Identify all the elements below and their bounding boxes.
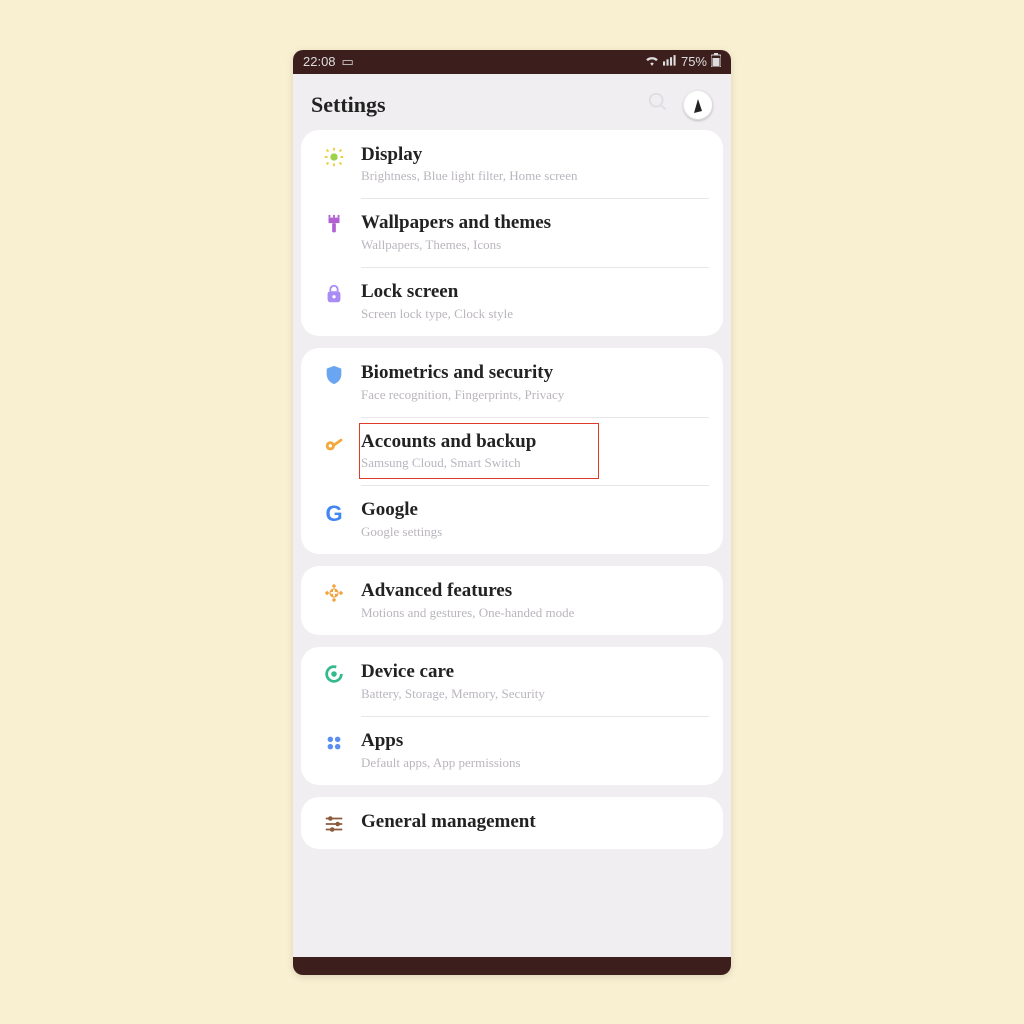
brush-icon: [307, 212, 361, 236]
settings-row[interactable]: Lock screen Screen lock type, Clock style: [301, 267, 723, 336]
circle-icon: [307, 661, 361, 685]
row-subtitle: Wallpapers, Themes, Icons: [361, 237, 701, 253]
row-title: Biometrics and security: [361, 362, 701, 385]
navigation-bar: [293, 957, 731, 975]
status-bar: 22:08 ▭ 75%: [293, 50, 731, 74]
row-title: Google: [361, 499, 701, 522]
row-title: Device care: [361, 661, 701, 684]
settings-row[interactable]: Apps Default apps, App permissions: [301, 716, 723, 785]
wifi-icon: [645, 54, 659, 69]
settings-group: DisplayBrightness, Blue light filter, Ho…: [301, 130, 723, 336]
settings-group: General management: [301, 797, 723, 849]
settings-row[interactable]: General management: [301, 797, 723, 849]
settings-row[interactable]: Accounts and backupSamsung Cloud, Smart …: [301, 417, 723, 486]
settings-header: Settings: [293, 74, 731, 130]
settings-row[interactable]: DisplayBrightness, Blue light filter, Ho…: [301, 130, 723, 199]
row-subtitle: Default apps, App permissions: [361, 755, 701, 771]
settings-row[interactable]: Advanced features Motions and gestures, O…: [301, 566, 723, 635]
status-time: 22:08: [303, 54, 336, 69]
row-title: Accounts and backup: [361, 431, 701, 454]
settings-row[interactable]: Wallpapers and themes Wallpapers, Themes,…: [301, 198, 723, 267]
battery-text: 75%: [681, 54, 707, 69]
settings-row[interactable]: Biometrics and security Face recognition,…: [301, 348, 723, 417]
settings-row[interactable]: Device care Battery, Storage, Memory, Sec…: [301, 647, 723, 716]
sliders-icon: [307, 811, 361, 835]
settings-list[interactable]: DisplayBrightness, Blue light filter, Ho…: [293, 130, 731, 957]
row-title: Wallpapers and themes: [361, 212, 701, 235]
settings-group: Advanced features Motions and gestures, O…: [301, 566, 723, 635]
row-title: Lock screen: [361, 281, 701, 304]
google-icon: G: [307, 499, 361, 527]
row-subtitle: Google settings: [361, 524, 701, 540]
row-subtitle: Battery, Storage, Memory, Security: [361, 686, 701, 702]
profile-avatar[interactable]: [683, 90, 713, 120]
row-subtitle: Face recognition, Fingerprints, Privacy: [361, 387, 701, 403]
screenshot-icon: ▭: [342, 54, 354, 70]
battery-icon: [711, 53, 721, 70]
row-subtitle: Screen lock type, Clock style: [361, 306, 701, 322]
row-title: Apps: [361, 730, 701, 753]
dots-icon: [307, 730, 361, 754]
shield-icon: [307, 362, 361, 386]
row-subtitle: Samsung Cloud, Smart Switch: [361, 455, 701, 471]
row-subtitle: Brightness, Blue light filter, Home scre…: [361, 168, 701, 184]
settings-group: Device care Battery, Storage, Memory, Sec…: [301, 647, 723, 785]
phone-frame: 22:08 ▭ 75% Settings DisplayBrightness, …: [293, 50, 731, 975]
row-title: Display: [361, 144, 701, 167]
settings-row[interactable]: GGoogle Google settings: [301, 485, 723, 554]
plus-icon: [307, 580, 361, 604]
sun-icon: [307, 144, 361, 168]
lock-icon: [307, 281, 361, 305]
search-icon[interactable]: [647, 91, 669, 118]
row-title: Advanced features: [361, 580, 701, 603]
row-subtitle: Motions and gestures, One-handed mode: [361, 605, 701, 621]
page-title: Settings: [311, 92, 386, 118]
key-icon: [307, 431, 361, 455]
signal-icon: [663, 54, 677, 69]
row-title: General management: [361, 811, 701, 834]
settings-group: Biometrics and security Face recognition,…: [301, 348, 723, 554]
